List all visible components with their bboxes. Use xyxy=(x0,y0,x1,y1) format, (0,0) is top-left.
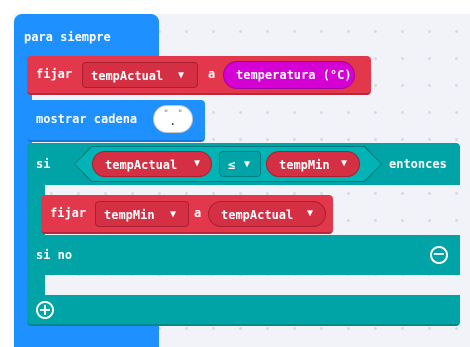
variable-name: tempActual xyxy=(91,69,164,83)
set-label: fijar xyxy=(50,206,87,220)
to-label: a xyxy=(208,67,216,81)
if-block-bottom: + xyxy=(27,295,460,326)
chevron-down-icon: ▼ xyxy=(341,158,348,169)
if-label: si xyxy=(36,157,51,171)
minus-icon: − xyxy=(432,244,446,263)
else-label: si no xyxy=(36,248,73,262)
to-label: a xyxy=(194,206,202,220)
show-string-label: mostrar cadena xyxy=(36,112,138,126)
operator-dropdown[interactable]: ≤ ▼ xyxy=(219,151,261,177)
value-variable-dropdown-tempactual[interactable]: tempActual ▼ xyxy=(208,201,326,227)
variable-dropdown-tempactual[interactable]: tempActual ▼ xyxy=(82,62,198,88)
variable-name: tempActual xyxy=(105,158,178,172)
temperature-label: temperatura (°C) xyxy=(236,68,352,82)
forever-block[interactable]: para siempre xyxy=(14,14,159,58)
variable-dropdown-tempmin[interactable]: tempMin ▼ xyxy=(95,201,189,227)
operator-symbol: ≤ xyxy=(228,158,236,172)
else-block-arm xyxy=(27,275,45,295)
compare-left-variable-dropdown[interactable]: tempActual ▼ xyxy=(92,151,212,177)
then-label: entonces xyxy=(389,157,447,171)
set-tempactual-block[interactable]: fijar tempActual ▼ a temperatura (°C) xyxy=(27,56,371,95)
set-tempmin-block[interactable]: fijar tempMin ▼ a tempActual ▼ xyxy=(41,195,333,234)
add-else-if-button[interactable]: + xyxy=(36,301,54,319)
remove-else-button[interactable]: − xyxy=(430,246,448,264)
chevron-down-icon: ▼ xyxy=(307,208,314,219)
forever-label: para siempre xyxy=(24,30,111,44)
variable-name: tempActual xyxy=(221,208,294,222)
chevron-down-icon: ▼ xyxy=(178,70,185,81)
chevron-down-icon: ▼ xyxy=(170,209,177,220)
variable-name: tempMin xyxy=(104,208,155,222)
temperature-sensor-block[interactable]: temperatura (°C) xyxy=(223,61,355,89)
else-section: si no − xyxy=(27,235,460,275)
chevron-down-icon: ▼ xyxy=(244,159,251,170)
comparison-block[interactable]: tempActual ▼ ≤ ▼ tempMin ▼ xyxy=(75,147,381,181)
plus-icon: + xyxy=(38,300,52,319)
string-input[interactable]: " " . xyxy=(153,105,193,133)
variable-name: tempMin xyxy=(279,158,330,172)
chevron-down-icon: ▼ xyxy=(194,158,201,169)
compare-right-variable-dropdown[interactable]: tempMin ▼ xyxy=(266,151,360,177)
set-label: fijar xyxy=(36,67,73,81)
forever-block-bottom xyxy=(14,324,159,347)
